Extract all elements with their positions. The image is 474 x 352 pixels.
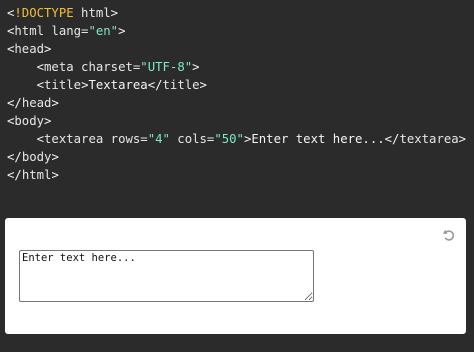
attribute-name: lang= [44, 24, 89, 38]
end-tag-name: textarea [399, 132, 459, 146]
tag-close-bracket: > [192, 60, 200, 74]
attribute-value: "4" [147, 132, 170, 146]
tag-open-bracket: </ [7, 168, 22, 182]
tag-name: body [21, 150, 52, 164]
tag-open-bracket: </ [7, 150, 22, 164]
reset-button[interactable] [442, 227, 456, 241]
tag-close-bracket: > [118, 24, 126, 38]
tag-name: meta [44, 60, 74, 74]
attribute-value: "en" [88, 24, 119, 38]
tag-name: html [14, 24, 45, 38]
code-line-8: <textarea rows="4" cols="50">Enter text … [7, 130, 466, 148]
code-line-2: <html lang="en"> [7, 22, 466, 40]
tag-open-bracket: < [36, 60, 45, 74]
reset-icon [443, 229, 455, 241]
code-line-9: </body> [7, 148, 466, 166]
tag-name: textarea [44, 132, 104, 146]
tag-name: html [21, 168, 52, 182]
end-tag-name: title [162, 78, 200, 92]
tag-close-bracket: > [44, 114, 52, 128]
tag-open-bracket: < [36, 132, 45, 146]
tag-name: head [21, 96, 52, 110]
tag-close-bracket: > [110, 6, 119, 20]
code-editor: <!DOCTYPE html> <html lang="en"> <head> … [7, 4, 466, 184]
tag-close-bracket: > [51, 168, 59, 182]
code-line-10: </html> [7, 166, 466, 184]
element-text: Enter text here... [251, 132, 385, 146]
tag-close-bracket: > [51, 96, 59, 110]
tag-close-bracket: > [44, 42, 52, 56]
end-tag-close-bracket: > [199, 78, 207, 92]
attribute-name: cols= [169, 132, 215, 146]
tag-open-bracket: < [36, 78, 45, 92]
code-line-5: <title>Textarea</title> [7, 76, 466, 94]
code-line-6: </head> [7, 94, 466, 112]
code-line-3: <head> [7, 40, 466, 58]
tag-name: body [14, 114, 45, 128]
output-preview-panel: Enter text here... [5, 218, 466, 334]
attribute-value: "UTF-8" [140, 60, 193, 74]
doctype-value: html [73, 6, 111, 20]
tag-close-bracket: > [51, 150, 59, 164]
element-text: Textarea [88, 78, 148, 92]
tag-name: title [44, 78, 82, 92]
end-tag-open-bracket: </ [384, 132, 400, 146]
code-line-1: <!DOCTYPE html> [7, 4, 466, 22]
attribute-name: rows= [103, 132, 148, 146]
attribute-value: "50" [214, 132, 244, 146]
tag-name: head [14, 42, 45, 56]
attribute-name: charset= [73, 60, 141, 74]
code-line-4: <meta charset="UTF-8"> [7, 58, 466, 76]
end-tag-open-bracket: </ [147, 78, 163, 92]
end-tag-close-bracket: > [458, 132, 467, 146]
code-line-7: <body> [7, 112, 466, 130]
doctype-keyword: !DOCTYPE [14, 6, 74, 20]
tag-open-bracket: </ [7, 96, 22, 110]
demo-textarea[interactable]: Enter text here... [19, 250, 314, 302]
